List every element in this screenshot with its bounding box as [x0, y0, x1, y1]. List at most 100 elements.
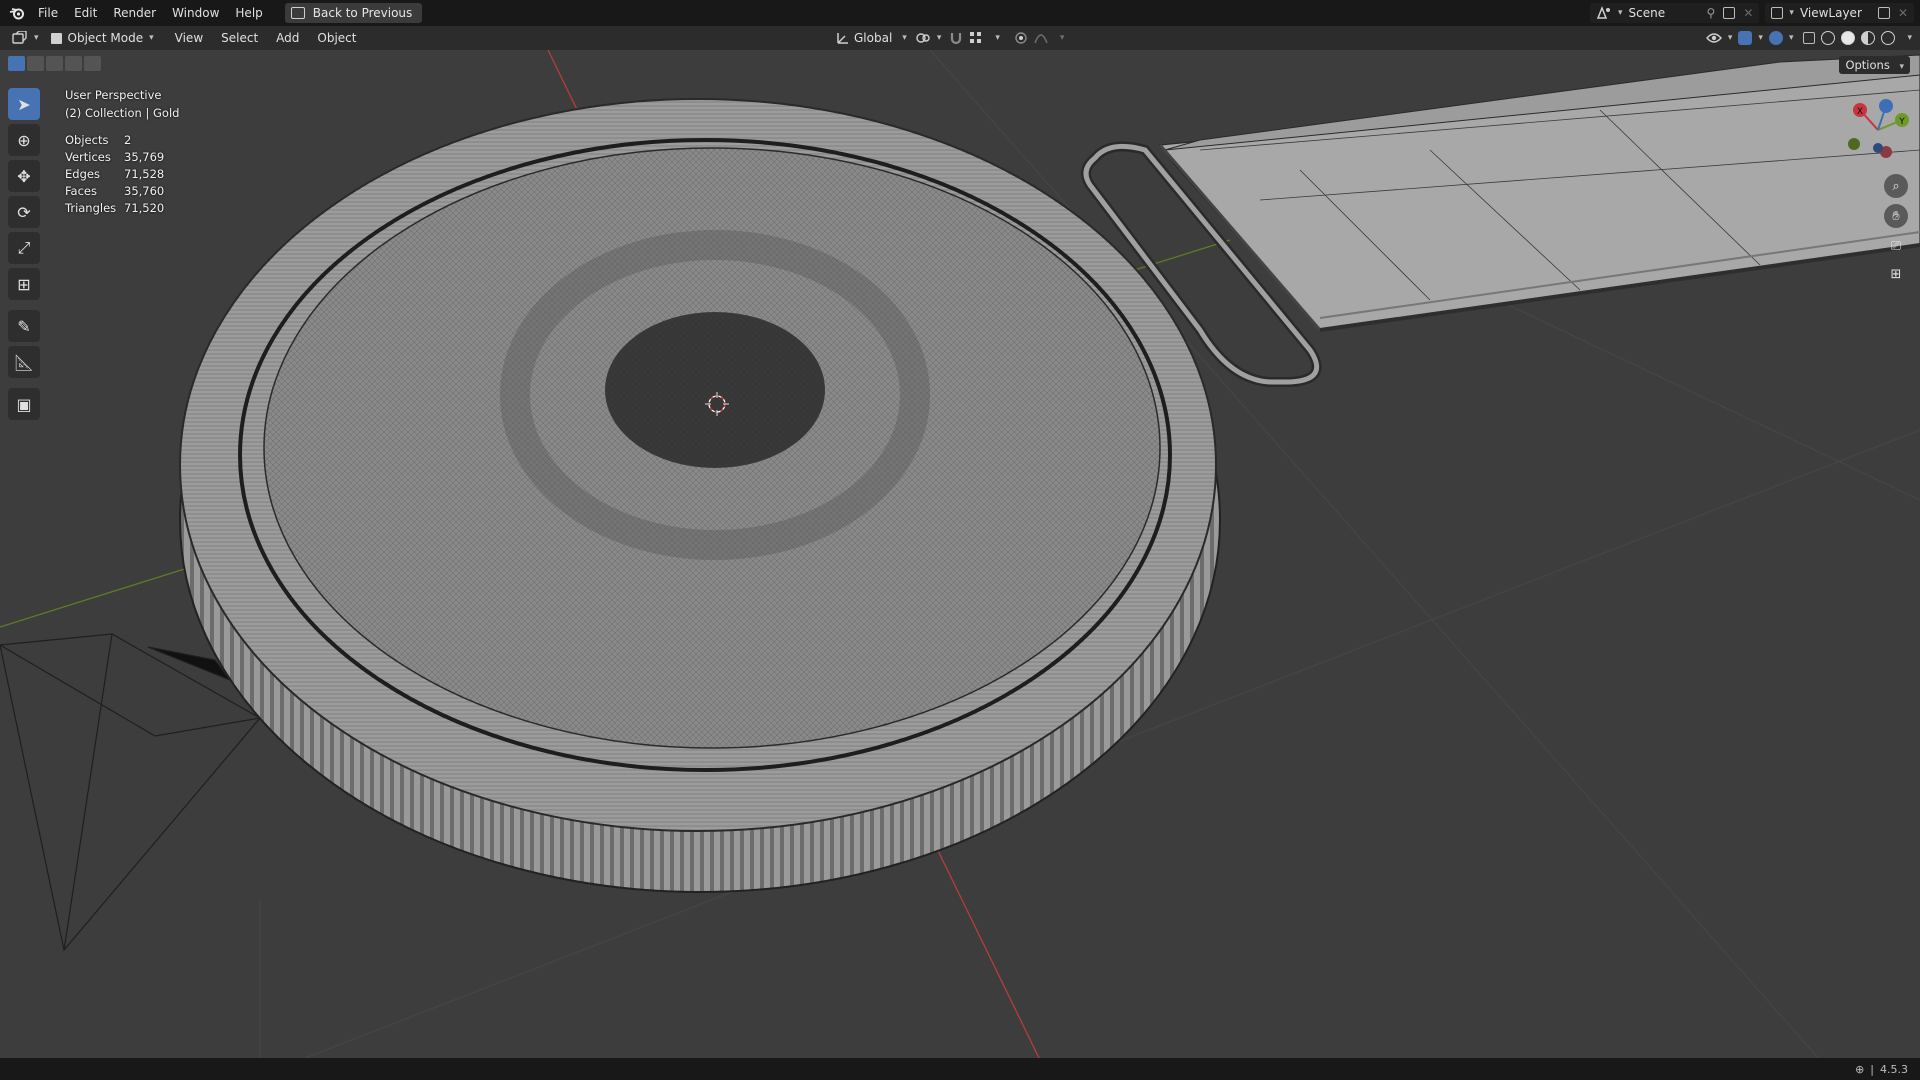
snap-toggle[interactable]: ▾: [949, 31, 1000, 45]
gizmo-toggle[interactable]: ▾: [1738, 31, 1763, 45]
chevron-down-icon: ▾: [995, 33, 1000, 43]
screen-icon: [290, 7, 305, 19]
main-menu: File Edit Render Window Help: [30, 0, 271, 26]
gizmo-z-icon: [1879, 99, 1893, 113]
view-layer-name[interactable]: ViewLayer: [1794, 6, 1870, 20]
pencil-icon: ✎: [17, 316, 31, 336]
ortho-grid-icon[interactable]: ⊞: [1884, 262, 1908, 286]
mode-select[interactable]: Object Mode ▾: [44, 28, 160, 48]
overlays-toggle[interactable]: ▾: [1768, 31, 1793, 45]
move-icon: ✥: [17, 166, 31, 186]
select-extend-icon[interactable]: [27, 56, 44, 71]
scene-selector[interactable]: ▾ Scene ⚲ ✕: [1590, 3, 1760, 23]
chevron-down-icon: ▾: [902, 33, 907, 43]
pin-icon[interactable]: ⚲: [1707, 6, 1716, 20]
globe-icon: ⊕: [1855, 1062, 1865, 1076]
crosshair-icon: ⊕: [17, 130, 31, 150]
stat-row: Triangles 71,520: [65, 201, 165, 215]
scene-area: ▾ Scene ⚲ ✕ ▾ ViewLayer ✕: [1590, 0, 1920, 26]
viewport-header: ▾ Object Mode ▾ View Select Add Object G…: [0, 26, 1920, 50]
pivot-point-select[interactable]: ▾: [915, 31, 942, 45]
xray-toggle-icon[interactable]: [1803, 32, 1816, 44]
select-intersect-icon[interactable]: [84, 56, 101, 71]
solid-shading-icon[interactable]: [1841, 31, 1856, 45]
menu-render[interactable]: Render: [105, 0, 164, 26]
proportional-icon: [1015, 32, 1027, 44]
add-cube-tool[interactable]: ▣: [8, 388, 40, 420]
menu-view[interactable]: View: [166, 31, 212, 45]
scale-icon: ⤢: [17, 238, 31, 257]
ribbon-object: [1158, 54, 1920, 332]
select-box-tool[interactable]: ➤: [8, 88, 40, 120]
chevron-down-icon: ▾: [34, 33, 39, 43]
camera-object: [0, 633, 261, 952]
cursor-arrow-icon: ➤: [17, 94, 31, 114]
chevron-down-icon: ▾: [1727, 33, 1733, 43]
material-preview-icon[interactable]: [1861, 31, 1876, 45]
view-layer-selector[interactable]: ▾ ViewLayer ✕: [1765, 3, 1914, 23]
status-bar: ⊕ | 4.5.3: [0, 1058, 1920, 1080]
stat-row: Edges 71,528: [65, 167, 165, 181]
mode-label: Object Mode: [67, 31, 144, 45]
blender-logo-icon[interactable]: [4, 0, 30, 26]
scene-icon: [1596, 6, 1611, 19]
viewport-info: User Perspective (2) Collection | Gold: [65, 86, 179, 122]
menu-object[interactable]: Object: [308, 31, 365, 45]
overlays-icon: [1768, 31, 1783, 45]
scene-render: [0, 50, 1920, 1060]
scene-name[interactable]: Scene: [1623, 6, 1699, 20]
gizmo-y-label: Y: [1898, 117, 1905, 127]
menu-file[interactable]: File: [30, 0, 66, 26]
stat-row: Objects 2: [65, 133, 132, 147]
chevron-down-icon: ▾: [936, 33, 942, 43]
pan-hand-icon[interactable]: ✋︎: [1884, 204, 1908, 228]
close-scene-icon[interactable]: ✕: [1743, 6, 1753, 20]
pivot-icon: [916, 33, 930, 43]
zoom-icon[interactable]: ⌕: [1884, 174, 1908, 198]
collection-label: (2) Collection | Gold: [65, 106, 180, 120]
scale-tool[interactable]: ⤢: [8, 232, 40, 264]
options-label: Options: [1845, 58, 1890, 72]
close-view-layer-icon[interactable]: ✕: [1898, 6, 1908, 20]
eye-icon: [1705, 33, 1722, 43]
viewport-display-tools: ▾ ▾ ▾ ▾: [1705, 26, 1912, 50]
new-view-layer-icon[interactable]: [1877, 7, 1890, 19]
rendered-shading-icon[interactable]: [1881, 31, 1896, 45]
transform-icon: ⊞: [17, 274, 31, 294]
rotate-tool[interactable]: ⟳: [8, 196, 40, 228]
3d-viewport[interactable]: ➤ ⊕ ✥ ⟳ ⤢ ⊞ ✎ 📐︎ ▣ User Perspective (2) …: [0, 50, 1920, 1060]
options-dropdown[interactable]: Options ▾: [1839, 56, 1910, 74]
select-new-icon[interactable]: [8, 56, 25, 71]
wireframe-shading-icon[interactable]: [1821, 31, 1836, 45]
menu-add[interactable]: Add: [267, 31, 308, 45]
perspective-label: User Perspective: [65, 88, 162, 102]
menu-window[interactable]: Window: [164, 0, 227, 26]
transform-orientation-select[interactable]: Global ▾: [836, 31, 907, 45]
falloff-icon: [1034, 34, 1048, 44]
select-invert-icon[interactable]: [65, 56, 82, 71]
transform-tool[interactable]: ⊞: [8, 268, 40, 300]
menu-edit[interactable]: Edit: [66, 0, 105, 26]
object-mode-icon: [50, 32, 62, 44]
chevron-down-icon[interactable]: ▾: [1907, 33, 1912, 43]
chevron-down-icon: ▾: [1758, 33, 1763, 43]
visibility-select[interactable]: ▾: [1705, 32, 1733, 44]
back-to-previous-button[interactable]: Back to Previous: [284, 3, 423, 23]
navigation-gizmo[interactable]: X Y: [1838, 90, 1918, 170]
measure-tool[interactable]: 📐︎: [8, 346, 40, 378]
proportional-editing-toggle[interactable]: ▾: [1014, 31, 1064, 45]
annotate-tool[interactable]: ✎: [8, 310, 40, 342]
chevron-down-icon: ▾: [1899, 62, 1904, 72]
version-label: 4.5.3: [1880, 1062, 1908, 1076]
menu-help[interactable]: Help: [227, 0, 270, 26]
select-subtract-icon[interactable]: [46, 56, 63, 71]
scene-statistics: Objects 2 Vertices 35,769 Edges 71,528 Face…: [65, 132, 164, 217]
new-scene-icon[interactable]: [1723, 7, 1736, 19]
move-tool[interactable]: ✥: [8, 160, 40, 192]
menu-select[interactable]: Select: [212, 31, 267, 45]
editor-type-icon[interactable]: ▾: [12, 31, 39, 45]
camera-view-icon[interactable]: ⎚: [1884, 234, 1908, 258]
cursor-tool[interactable]: ⊕: [8, 124, 40, 156]
top-bar: File Edit Render Window Help Back to Pre…: [0, 0, 1920, 26]
snap-grid-icon: [970, 32, 982, 43]
